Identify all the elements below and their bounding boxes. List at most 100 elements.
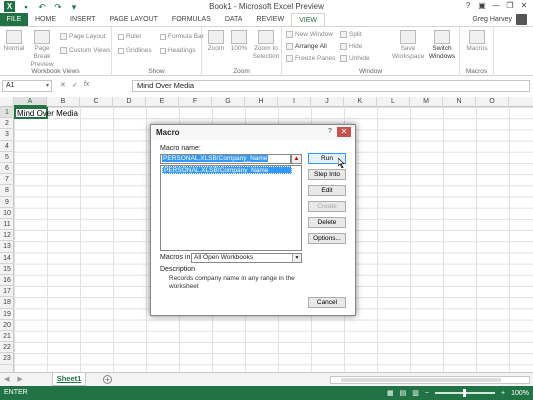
row-header-9[interactable]: 9 [0, 197, 14, 208]
column-header-c[interactable]: C [80, 97, 113, 107]
help-icon[interactable]: ? [461, 0, 475, 12]
row-header-6[interactable]: 6 [0, 163, 14, 175]
row-header-5[interactable]: 5 [0, 152, 14, 163]
column-header-n[interactable]: N [443, 97, 476, 107]
select-all-corner[interactable] [0, 97, 14, 107]
column-header-k[interactable]: K [344, 97, 377, 107]
row-header-2[interactable]: 2 [0, 118, 14, 130]
step-into-button[interactable]: Step Into [308, 169, 346, 180]
column-header-d[interactable]: D [113, 97, 146, 107]
next-sheet-icon[interactable]: ▶ [17, 375, 22, 383]
restore-button[interactable]: ❐ [503, 0, 517, 12]
row-header-19[interactable]: 19 [0, 309, 14, 320]
row-header-1[interactable]: 1 [0, 107, 14, 119]
zoom-to-selection-button[interactable]: Zoom to Selection [252, 30, 280, 61]
headings-checkbox[interactable]: Headings [160, 47, 195, 54]
name-box[interactable]: A1 ▾ [2, 80, 52, 92]
macro-list[interactable]: PERSONAL.XLSB!Company_Name [160, 165, 302, 251]
normal-view-status-icon[interactable]: ▦ [387, 389, 394, 397]
switch-windows-button[interactable]: Switch Windows [426, 30, 458, 61]
column-header-e[interactable]: E [146, 97, 179, 107]
row-header-15[interactable]: 15 [0, 264, 14, 275]
row-header-12[interactable]: 12 [0, 230, 14, 242]
scroll-thumb[interactable] [341, 378, 501, 382]
column-header-o[interactable]: O [476, 97, 509, 107]
row-header-3[interactable]: 3 [0, 129, 14, 141]
zoom-slider[interactable] [435, 389, 495, 397]
macro-list-item[interactable]: PERSONAL.XLSB!Company_Name [162, 166, 292, 174]
tab-review[interactable]: REVIEW [249, 13, 291, 26]
row-header-21[interactable]: 21 [0, 331, 14, 343]
column-header-l[interactable]: L [377, 97, 410, 107]
ribbon-display-options-icon[interactable]: ▣ [475, 0, 489, 12]
tab-insert[interactable]: INSERT [63, 13, 103, 26]
macro-name-input[interactable]: PERSONAL.XLSB!Company_Name [160, 154, 291, 164]
macros-in-select[interactable]: All Open Workbooks ▼ [191, 253, 302, 263]
page-break-preview-button[interactable]: Page Break Preview [26, 30, 58, 69]
row-header-4[interactable]: 4 [0, 141, 14, 152]
zoom-100-button[interactable]: 100% [228, 30, 250, 53]
page-layout-status-icon[interactable]: ▤ [400, 389, 407, 397]
insert-function-icon[interactable]: fx [84, 81, 89, 89]
sheet-tab-sheet1[interactable]: Sheet1 [52, 373, 86, 386]
close-button[interactable]: ✕ [517, 0, 531, 12]
column-header-m[interactable]: M [410, 97, 443, 107]
row-header-14[interactable]: 14 [0, 253, 14, 264]
column-header-i[interactable]: I [278, 97, 311, 107]
name-box-dropdown-icon[interactable]: ▾ [46, 81, 49, 91]
tab-formulas[interactable]: FORMULAS [165, 13, 218, 26]
gridlines-checkbox[interactable]: Gridlines [118, 47, 152, 54]
save-workspace-button[interactable]: Save Workspace [392, 30, 424, 61]
arrange-all-button[interactable]: Arrange All [286, 43, 327, 50]
zoom-out-button[interactable]: − [425, 390, 429, 397]
row-header-18[interactable]: 18 [0, 297, 14, 309]
cancel-button[interactable]: Cancel [308, 297, 346, 308]
custom-views-button[interactable]: Custom Views [60, 47, 110, 54]
cancel-entry-icon[interactable]: ✕ [60, 81, 66, 89]
options-button[interactable]: Options... [308, 233, 346, 244]
freeze-panes-button[interactable]: Freeze Panes [286, 55, 335, 62]
delete-button[interactable]: Delete [308, 217, 346, 228]
tab-view[interactable]: VIEW [291, 13, 325, 26]
confirm-entry-icon[interactable]: ✓ [72, 81, 78, 89]
column-header-h[interactable]: H [245, 97, 278, 107]
prev-sheet-icon[interactable]: ◀ [4, 375, 9, 383]
zoom-in-button[interactable]: + [501, 390, 505, 397]
new-window-button[interactable]: New Window [286, 31, 333, 38]
row-header-7[interactable]: 7 [0, 174, 14, 186]
row-header-8[interactable]: 8 [0, 185, 14, 197]
collapse-dialog-icon[interactable]: ▲ [291, 154, 302, 164]
row-header-10[interactable]: 10 [0, 208, 14, 219]
row-header-17[interactable]: 17 [0, 286, 14, 298]
unhide-button[interactable]: Unhide [340, 55, 370, 62]
column-header-b[interactable]: B [47, 97, 80, 107]
row-header-23[interactable]: 23 [0, 353, 14, 365]
split-button[interactable]: Split [340, 31, 362, 38]
ruler-checkbox[interactable]: Ruler [118, 33, 142, 40]
zoom-level[interactable]: 100% [511, 390, 529, 397]
page-layout-button[interactable]: Page Layout [60, 33, 106, 40]
row-header-13[interactable]: 13 [0, 241, 14, 253]
row-header-22[interactable]: 22 [0, 342, 14, 354]
page-break-status-icon[interactable]: ▥ [412, 389, 419, 397]
row-header-11[interactable]: 11 [0, 219, 14, 231]
tab-page-layout[interactable]: PAGE LAYOUT [103, 13, 165, 26]
minimize-button[interactable]: — [489, 0, 503, 12]
row-header-20[interactable]: 20 [0, 320, 14, 331]
edit-button[interactable]: Edit [308, 185, 346, 196]
add-sheet-icon[interactable]: + [103, 375, 112, 384]
dialog-help-icon[interactable]: ? [325, 128, 335, 137]
row-header-16[interactable]: 16 [0, 275, 14, 287]
tab-home[interactable]: HOME [28, 13, 63, 26]
zoom-button[interactable]: Zoom [206, 30, 226, 53]
tab-data[interactable]: DATA [218, 13, 250, 26]
tab-file[interactable]: FILE [0, 13, 28, 26]
user-account[interactable]: Greg Harvey [472, 14, 527, 25]
column-header-g[interactable]: G [212, 97, 245, 107]
hide-button[interactable]: Hide [340, 43, 362, 50]
horizontal-scrollbar[interactable] [330, 376, 530, 384]
column-header-a[interactable]: A [14, 97, 47, 107]
formula-input[interactable]: Mind Over Media [132, 80, 530, 92]
dialog-close-button[interactable]: ✕ [337, 127, 351, 137]
macros-in-dropdown-icon[interactable]: ▼ [292, 254, 301, 262]
